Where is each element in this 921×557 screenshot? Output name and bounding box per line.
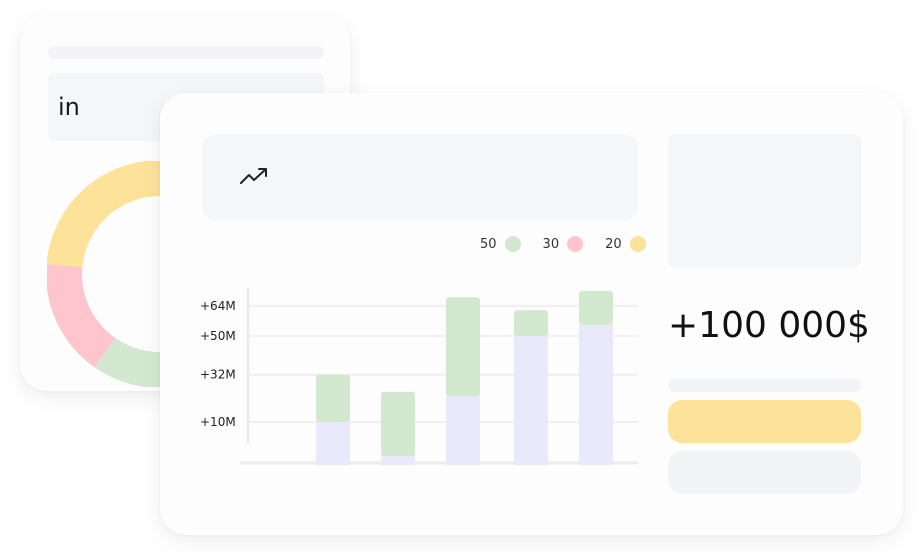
trending-up-icon: [239, 166, 269, 190]
bar-4-series-1: [579, 290, 613, 326]
right-thin-bar: [668, 379, 861, 392]
amount-value: +100 000$: [668, 305, 870, 346]
right-panel: [668, 134, 861, 268]
legend-dot-1: [567, 236, 584, 252]
legend-value-1: 30: [542, 236, 560, 252]
front-top-panel: [202, 134, 638, 220]
secondary-action-button[interactable]: [668, 451, 861, 494]
bar-3-series-1: [514, 310, 548, 336]
donut-segment-1: [47, 264, 116, 368]
legend-value-2: 20: [605, 236, 622, 252]
legend-value-0: 50: [480, 236, 497, 252]
y-tick-label-2: +32M: [200, 368, 236, 382]
primary-action-button[interactable]: [668, 400, 861, 443]
bar-chart: +64M +50M +32M +10M: [200, 288, 638, 465]
y-tick-label-0: +64M: [200, 299, 236, 313]
chart-legend: 50 30 20: [480, 234, 646, 254]
bar-4-series-0: [579, 325, 613, 465]
bar-1-series-0: [381, 456, 415, 465]
donut-segment-0: [47, 161, 170, 268]
bar-0-series-1: [316, 374, 350, 422]
back-card-header-label: in: [58, 93, 80, 121]
y-tick-label-1: +50M: [200, 329, 236, 343]
bar-2-series-1: [446, 297, 480, 397]
bar-3-series-0: [514, 336, 548, 465]
bar-0-series-0: [316, 422, 350, 465]
y-tick-label-3: +10M: [200, 415, 236, 429]
bar-2-series-0: [446, 396, 480, 465]
legend-dot-2: [629, 236, 646, 252]
front-card: 50 30 20 +64M +50M +32M +10M +100 000$: [160, 93, 903, 535]
back-card-top-bar: [48, 46, 324, 59]
legend-dot-0: [504, 236, 521, 252]
bar-1-series-1: [381, 391, 415, 457]
